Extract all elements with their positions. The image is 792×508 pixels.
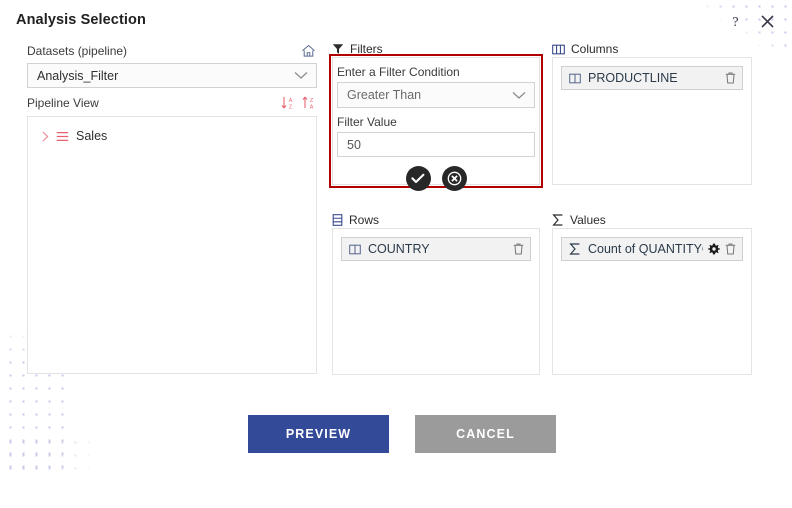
chip-delete-button[interactable] [725,72,736,84]
column-icon [569,73,581,84]
chip-country[interactable]: COUNTRY [341,237,531,261]
tree-expander[interactable] [42,131,49,142]
tree-item-sales[interactable]: Sales [28,125,316,147]
dataset-select[interactable]: Analysis_Filter [27,63,317,88]
table-rows-icon [56,131,69,141]
sort-ascending-az-icon: Z A [302,96,314,110]
chip-count-of-quantityordered[interactable]: Count of QUANTITYOR... [561,237,743,261]
sort-descending-button[interactable]: A Z [281,96,296,110]
columns-icon [552,44,565,55]
tree-item-label: Sales [76,129,108,143]
values-panel[interactable]: Count of QUANTITYOR... [552,228,752,375]
chip-label: COUNTRY [368,242,430,256]
pipeline-tree[interactable]: Sales [27,116,317,374]
svg-text:Z: Z [310,98,314,104]
trash-icon [725,243,736,255]
x-circle-icon [447,171,461,186]
pipeline-view-label-row: Pipeline View A Z Z A [27,94,317,112]
pipeline-view-label: Pipeline View [27,96,99,110]
trash-icon [513,243,524,255]
columns-header-label: Columns [571,42,619,56]
chip-label: Count of QUANTITYOR... [588,242,703,256]
trash-icon [725,72,736,84]
rows-header: Rows [332,212,379,228]
filter-condition-select[interactable]: Greater Than [337,82,535,108]
filter-condition-value: Greater Than [347,88,422,102]
decorative-dot-pattern-bottom [4,436,204,472]
page-title: Analysis Selection [16,12,146,28]
question-mark-icon: ? [732,15,738,29]
filter-value-text: 50 [347,137,361,152]
chip-label: PRODUCTLINE [588,71,678,85]
chip-delete-button[interactable] [513,243,524,255]
values-header: Values [552,212,606,228]
filter-value-input[interactable]: 50 [337,132,535,157]
home-icon [301,44,315,57]
filter-condition-label: Enter a Filter Condition [337,65,460,79]
svg-text:A: A [310,105,314,110]
footer-actions: PREVIEW CANCEL [248,415,556,453]
values-header-label: Values [570,213,606,227]
filter-condition-form: Enter a Filter Condition Greater Than Fi… [337,64,535,191]
close-button[interactable] [756,10,778,32]
chip-settings-button[interactable] [708,243,720,255]
filter-confirm-button[interactable] [405,166,431,191]
filter-value-label: Filter Value [337,115,397,129]
chip-productline[interactable]: PRODUCTLINE [561,66,743,90]
help-button[interactable]: ? [724,10,746,32]
preview-button[interactable]: PREVIEW [248,415,389,453]
home-button[interactable] [299,42,317,60]
svg-text:A: A [289,98,293,104]
cancel-button[interactable]: CANCEL [415,415,556,453]
filters-header-label: Filters [350,42,383,56]
gear-icon [708,243,720,255]
column-icon [349,244,361,255]
sigma-icon [552,214,564,226]
datasets-pipeline-section: Datasets (pipeline) Analysis_Filter Pipe… [27,42,317,374]
chip-delete-button[interactable] [725,243,736,255]
funnel-icon [332,43,344,55]
sort-controls: A Z Z A [281,96,317,110]
chevron-down-icon [512,91,526,99]
rows-icon [332,214,343,226]
svg-text:?: ? [732,15,738,29]
tree-item-type-icon [56,131,69,142]
chevron-right-icon [42,131,49,141]
chevron-down-icon [294,72,308,79]
filter-cancel-button[interactable] [441,166,467,191]
datasets-label: Datasets (pipeline) [27,44,128,58]
sort-descending-az-icon: A Z [281,97,293,110]
sort-ascending-button[interactable]: Z A [302,96,317,110]
rows-panel[interactable]: COUNTRY [332,228,540,375]
dataset-select-value: Analysis_Filter [37,68,119,83]
columns-header: Columns [552,41,618,57]
rows-header-label: Rows [349,213,380,227]
datasets-label-row: Datasets (pipeline) [27,42,317,60]
sigma-icon [569,243,581,255]
close-icon [760,14,774,28]
filter-action-buttons [337,166,535,191]
columns-panel[interactable]: PRODUCTLINE [552,57,752,185]
filters-header: Filters [332,41,383,57]
svg-text:Z: Z [289,105,293,110]
check-icon [411,173,425,184]
